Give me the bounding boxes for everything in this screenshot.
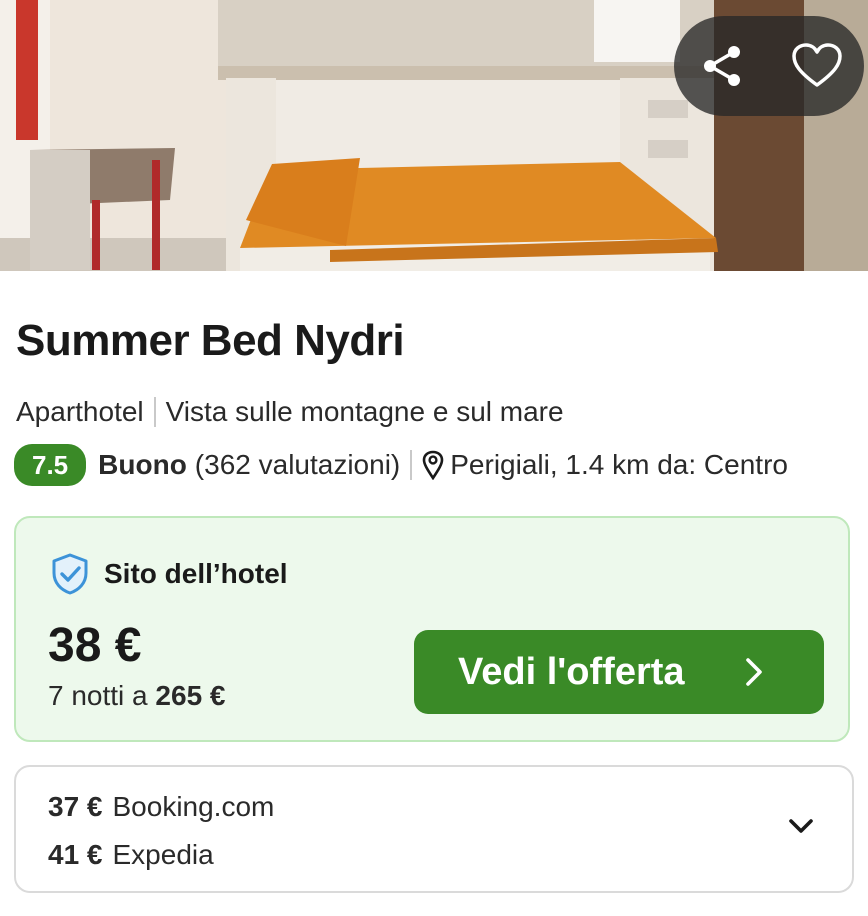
total-price: 265 € xyxy=(155,680,226,711)
nightly-price: 38 € xyxy=(48,619,142,672)
hotel-name: Summer Bed Nydri xyxy=(16,316,405,365)
hotel-photo[interactable] xyxy=(0,0,868,271)
divider xyxy=(410,450,413,480)
favorite-button[interactable] xyxy=(782,31,852,101)
review-count: (362 valutazioni) xyxy=(194,449,401,480)
other-offer-price: 41 € xyxy=(48,839,103,870)
other-offer-site: Booking.com xyxy=(112,791,275,822)
view-deal-label: Vedi l'offerta xyxy=(458,650,685,693)
verified-shield-icon xyxy=(52,553,88,595)
nights-text: 7 notti a xyxy=(48,680,148,711)
divider xyxy=(153,397,156,427)
hotel-type: Aparthotel xyxy=(16,396,144,427)
offer-provider: Sito dell’hotel xyxy=(50,552,288,596)
rating-row[interactable]: 7.5 Buono (362 valutazioni) Perigiali, 1… xyxy=(14,444,854,486)
other-offers-dropdown[interactable]: 37 € Booking.com 41 € Expedia xyxy=(14,765,854,893)
heart-icon xyxy=(791,43,842,87)
other-offer-row: 41 € Expedia xyxy=(48,839,214,871)
hotel-subtitle: Aparthotel Vista sulle montagne e sul ma… xyxy=(16,396,564,428)
view-deal-button[interactable]: Vedi l'offerta xyxy=(414,630,824,714)
share-icon xyxy=(703,46,740,86)
chevron-down-icon[interactable] xyxy=(788,817,814,835)
rating-label: Buono xyxy=(98,449,187,480)
other-offer-price: 37 € xyxy=(48,791,103,822)
hotel-location: Perigiali, 1.4 km da: Centro xyxy=(450,449,788,480)
offer-provider-label: Sito dell’hotel xyxy=(104,558,288,589)
hotel-view: Vista sulle montagne e sul mare xyxy=(165,396,564,427)
total-price-line: 7 notti a 265 € xyxy=(48,680,226,712)
rating-score-badge: 7.5 xyxy=(14,444,87,486)
share-button[interactable] xyxy=(687,31,757,101)
photo-actions xyxy=(674,16,864,116)
hotel-site-offer-card: Sito dell’hotel 38 € 7 notti a 265 € Ved… xyxy=(14,516,850,742)
other-offer-row: 37 € Booking.com xyxy=(48,791,274,823)
other-offer-site: Expedia xyxy=(112,839,214,870)
location-pin-icon xyxy=(422,450,444,480)
chevron-right-icon xyxy=(746,658,762,686)
